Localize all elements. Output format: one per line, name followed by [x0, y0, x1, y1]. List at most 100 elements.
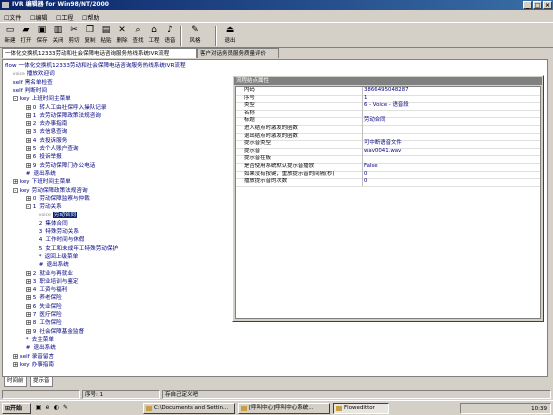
- expand-toggle-icon[interactable]: +: [25, 146, 31, 152]
- property-value[interactable]: 6 - Voice - 语音段: [364, 102, 409, 110]
- task-documents[interactable]: C:\Documents and Settin...: [143, 403, 235, 414]
- expand-toggle-icon[interactable]: +: [25, 278, 31, 284]
- tree-node[interactable]: self 黑名单检查: [13, 79, 53, 87]
- tree-node[interactable]: # 退出系统: [26, 344, 56, 352]
- tree-node[interactable]: + self 录音留言: [12, 353, 54, 361]
- new-file-button[interactable]: ▭ 新建: [2, 25, 18, 47]
- tree-node[interactable]: 5 女工和未成年工特殊劳动保护: [39, 245, 118, 253]
- desktop-icon[interactable]: ▣: [35, 404, 42, 412]
- expand-toggle-icon[interactable]: +: [25, 104, 31, 110]
- tree-node[interactable]: - key 劳动保障政策法规咨询: [12, 187, 88, 195]
- expand-toggle-icon[interactable]: +: [25, 328, 31, 334]
- tree-node[interactable]: flow 一体化交换机12333劳动和社会保障电话咨询服务热线系统IVR流程: [5, 62, 186, 70]
- expand-toggle-icon[interactable]: +: [25, 112, 31, 118]
- copy-button[interactable]: ❐ 复制: [82, 25, 98, 47]
- start-button[interactable]: ⊞开始: [2, 403, 31, 414]
- tree-node[interactable]: * 返回上级菜单: [39, 253, 78, 261]
- task-callcenter[interactable]: [呼叫中心]呼叫中心系统...: [238, 403, 330, 414]
- property-value[interactable]: 可中断语音文件: [364, 140, 402, 148]
- menu-help[interactable]: ☐帮助: [82, 13, 99, 22]
- media-icon[interactable]: ◐: [53, 404, 60, 412]
- tree-node[interactable]: +5 去个人账户查询: [25, 145, 79, 153]
- menu-edit[interactable]: ☐编辑: [30, 13, 47, 22]
- tab-service-evaluation[interactable]: 客户对话务员服务质量评价: [197, 48, 279, 58]
- expand-toggle-icon[interactable]: +: [25, 320, 31, 326]
- tree-node[interactable]: +2 去办事指南: [25, 120, 67, 128]
- expand-toggle-icon[interactable]: +: [25, 270, 31, 276]
- collapse-toggle-icon[interactable]: -: [12, 187, 18, 193]
- project-button[interactable]: ⌂ 工程: [146, 25, 162, 47]
- property-value[interactable]: 劳动合同: [364, 117, 386, 125]
- property-value[interactable]: 1: [364, 95, 367, 103]
- close-button[interactable]: ×: [543, 1, 552, 9]
- tree-node[interactable]: 2 集体合同: [39, 220, 68, 228]
- tree-node[interactable]: +2 就业与再就业: [25, 270, 73, 278]
- expand-toggle-icon[interactable]: +: [25, 162, 31, 168]
- property-value[interactable]: 0: [364, 171, 367, 179]
- tree-node[interactable]: - key 上班时间主菜单: [12, 95, 71, 103]
- tree-node[interactable]: +4 去投诉服务: [25, 137, 67, 145]
- collapse-toggle-icon[interactable]: -: [25, 204, 31, 210]
- tree-node[interactable]: +9 去劳动保障门办公电话: [25, 162, 95, 170]
- open-folder-button[interactable]: ▰ 打开: [18, 25, 34, 47]
- tab-prompt[interactable]: 提示音: [30, 377, 53, 387]
- tree-node[interactable]: voice 播放欢迎词: [13, 70, 55, 78]
- voice-button[interactable]: ♪ 语音: [162, 25, 178, 47]
- expand-toggle-icon[interactable]: +: [25, 312, 31, 318]
- browser-icon[interactable]: e: [44, 404, 51, 412]
- tab-time[interactable]: 时间前: [4, 377, 27, 387]
- expand-toggle-icon[interactable]: +: [25, 195, 31, 201]
- expand-toggle-icon[interactable]: +: [25, 303, 31, 309]
- property-value[interactable]: 0: [364, 178, 367, 186]
- tab-ivr-flow[interactable]: 一体化交换机12333劳动和社会保障电话咨询服务热线系统IVR流程: [2, 48, 197, 58]
- tree-node[interactable]: +5 养老保险: [25, 294, 62, 302]
- save-button[interactable]: ▣ 保存: [34, 25, 50, 47]
- expand-toggle-icon[interactable]: +: [12, 361, 18, 367]
- tree-node[interactable]: + key 办事指南: [12, 361, 54, 369]
- expand-toggle-icon[interactable]: +: [25, 129, 31, 135]
- menu-file[interactable]: ☐文件: [4, 13, 21, 22]
- tree-node[interactable]: +7 医疗保险: [25, 311, 62, 319]
- tree-node[interactable]: +6 失业保险: [25, 303, 62, 311]
- style-button[interactable]: ✎ 风格: [187, 25, 203, 47]
- task-floweditor[interactable]: Flowedittor: [333, 403, 389, 414]
- editor-icon[interactable]: ✎: [62, 404, 69, 412]
- tree-node[interactable]: + key 下班时间主菜单: [12, 178, 71, 186]
- close-doc-button[interactable]: ▥ 关闭: [50, 25, 66, 47]
- minimize-button[interactable]: _: [523, 1, 532, 9]
- maximize-button[interactable]: □: [533, 1, 542, 9]
- tree-node[interactable]: +0 转人工由社保呼入操队记录: [25, 104, 107, 112]
- tree-node[interactable]: -1 劳动关系: [25, 203, 62, 211]
- expand-toggle-icon[interactable]: +: [25, 295, 31, 301]
- tree-node[interactable]: +0 劳动保障监察与仲裁: [25, 195, 90, 203]
- tree-node[interactable]: +6 投诉举报: [25, 153, 62, 161]
- tree-node[interactable]: # 退出系统: [39, 261, 69, 269]
- paste-button[interactable]: ▤ 粘贴: [98, 25, 114, 47]
- exit-button[interactable]: ⏏ 退出: [222, 25, 238, 47]
- menu-project[interactable]: ☐工程: [56, 13, 73, 22]
- expand-toggle-icon[interactable]: +: [25, 137, 31, 143]
- property-value[interactable]: False: [364, 163, 378, 171]
- expand-toggle-icon[interactable]: +: [25, 121, 31, 127]
- expand-toggle-icon[interactable]: +: [12, 179, 18, 185]
- tree-node[interactable]: +4 工资与福利: [25, 286, 67, 294]
- tree-node[interactable]: * 去主菜单: [26, 336, 54, 344]
- tree-node[interactable]: +9 社会保障基金监督: [25, 328, 84, 336]
- property-value[interactable]: 3866495048287: [364, 87, 409, 95]
- tree-node[interactable]: self 判断时间: [13, 87, 47, 95]
- tree-node[interactable]: voice 劳动合同: [39, 211, 78, 219]
- delete-button[interactable]: ✕ 删除: [114, 25, 130, 47]
- tree-node[interactable]: 3 特殊劳动关系: [39, 228, 79, 236]
- property-row[interactable]: 播放提示音的次数 0: [236, 178, 540, 187]
- tree-node[interactable]: 4 工作时间与休假: [39, 236, 85, 244]
- tree-node[interactable]: +3 去信息查询: [25, 128, 67, 136]
- find-button[interactable]: ⌕ 查找: [130, 25, 146, 47]
- property-value[interactable]: wav0041.wav: [364, 148, 401, 156]
- expand-toggle-icon[interactable]: +: [25, 287, 31, 293]
- expand-toggle-icon[interactable]: +: [12, 353, 18, 359]
- tree-node[interactable]: +1 去劳动保障政策法规咨询: [25, 112, 101, 120]
- cut-button[interactable]: ✂ 剪切: [66, 25, 82, 47]
- expand-toggle-icon[interactable]: +: [25, 154, 31, 160]
- tree-node[interactable]: +8 工伤保险: [25, 319, 62, 327]
- collapse-toggle-icon[interactable]: -: [12, 96, 18, 102]
